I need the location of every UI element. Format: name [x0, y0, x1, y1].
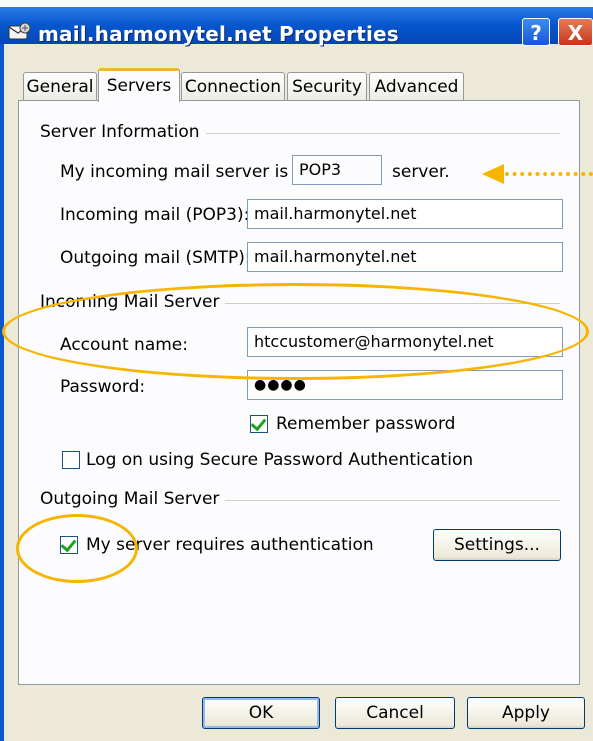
- mail-account-icon: [8, 22, 31, 40]
- remember-password-label: Remember password: [276, 414, 456, 434]
- server-type-prefix: My incoming mail server is a: [60, 162, 305, 182]
- help-button[interactable]: ?: [522, 18, 550, 46]
- password-field[interactable]: ●●●●: [247, 370, 563, 400]
- outgoing-mail-server-heading: Outgoing Mail Server: [40, 489, 226, 509]
- server-type-suffix: server.: [392, 162, 450, 182]
- outgoing-mail-field[interactable]: mail.harmonytel.net: [247, 242, 563, 272]
- tab-security[interactable]: Security: [287, 72, 367, 100]
- incoming-mail-field[interactable]: mail.harmonytel.net: [247, 199, 563, 229]
- settings-button[interactable]: Settings...: [433, 529, 561, 561]
- server-type-value: POP3: [292, 155, 382, 185]
- ok-button[interactable]: OK: [202, 697, 320, 729]
- outgoing-mail-label: Outgoing mail (SMTP):: [60, 248, 251, 268]
- check-icon: [250, 414, 267, 432]
- tab-advanced[interactable]: Advanced: [369, 72, 464, 100]
- account-name-field[interactable]: htccustomer@harmonytel.net: [247, 327, 563, 357]
- apply-button[interactable]: Apply: [467, 697, 585, 729]
- spa-label: Log on using Secure Password Authenticat…: [86, 450, 474, 470]
- close-icon: X: [567, 21, 584, 45]
- incoming-mail-label: Incoming mail (POP3):: [60, 205, 250, 225]
- server-information-heading: Server Information: [40, 122, 206, 142]
- close-button[interactable]: X: [558, 18, 593, 46]
- help-icon: ?: [530, 21, 542, 45]
- password-label: Password:: [60, 377, 146, 397]
- tab-general[interactable]: General: [23, 72, 97, 100]
- check-icon: [60, 535, 77, 553]
- tab-servers[interactable]: Servers: [98, 68, 180, 102]
- window-border: [0, 44, 4, 741]
- top-strip: [0, 0, 593, 7]
- cancel-button[interactable]: Cancel: [335, 697, 455, 729]
- server-requires-auth-checkbox[interactable]: [60, 535, 78, 554]
- account-name-label: Account name:: [60, 335, 188, 355]
- spa-checkbox[interactable]: [62, 451, 80, 469]
- properties-dialog: mail.harmonytel.net Properties ? X Gener…: [0, 0, 593, 741]
- annotation-arrow-icon: [482, 164, 504, 184]
- window-title: mail.harmonytel.net Properties: [38, 22, 399, 46]
- tab-connection[interactable]: Connection: [181, 72, 285, 100]
- server-requires-auth-label: My server requires authentication: [86, 535, 374, 555]
- incoming-mail-server-heading: Incoming Mail Server: [40, 292, 226, 312]
- annotation-dotted-line: [505, 172, 593, 176]
- remember-password-checkbox[interactable]: [250, 414, 268, 433]
